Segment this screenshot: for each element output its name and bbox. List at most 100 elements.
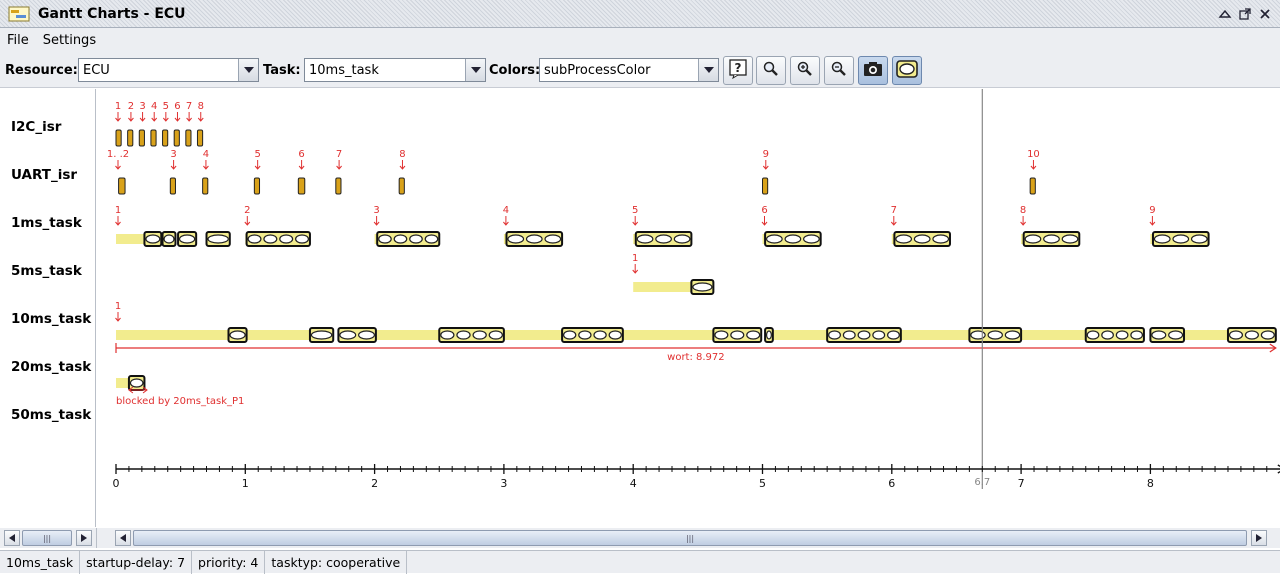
run-segment-detail [578, 330, 592, 340]
tick-label: 8 [1147, 477, 1154, 490]
task-row-label[interactable]: 20ms_task [11, 359, 91, 375]
colors-select[interactable]: subProcessColor [539, 58, 719, 82]
cursor-label: 6.7 [974, 477, 990, 488]
task-select[interactable]: 10ms_task [304, 58, 486, 82]
run-segment-detail [409, 234, 423, 244]
help-icon: ? [728, 59, 748, 82]
label-scrollbar[interactable]: ||| [0, 528, 96, 548]
screenshot-icon [862, 60, 884, 81]
run-segment [118, 177, 126, 195]
zoom-out-button[interactable] [824, 56, 854, 85]
toggle-view-button[interactable] [892, 56, 922, 85]
scroll-left-icon[interactable] [115, 530, 131, 546]
activation-label: 4 [151, 101, 157, 112]
task-row-label[interactable]: 1ms_task [11, 215, 82, 231]
task-row-label[interactable]: UART_isr [11, 167, 77, 183]
colors-label: Colors: [489, 63, 541, 78]
run-segment [169, 177, 176, 195]
task-row-label[interactable]: 10ms_task [11, 311, 91, 327]
scroll-thumb[interactable]: ||| [22, 530, 72, 546]
activation-arrow [170, 160, 177, 170]
run-segment-detail [692, 282, 713, 292]
run-segment [173, 129, 180, 147]
chevron-down-icon[interactable] [238, 59, 258, 81]
activation-label: 10 [1027, 149, 1040, 160]
run-segment [138, 129, 145, 147]
activation-label: 1 [632, 253, 638, 264]
run-segment [127, 129, 134, 147]
activation-label: 6 [761, 205, 767, 216]
scroll-right-icon[interactable] [76, 530, 92, 546]
scroll-left-icon[interactable] [4, 530, 20, 546]
run-segment-detail [1168, 330, 1184, 340]
blocked-note: blocked by 20ms_task_P1 [116, 396, 244, 407]
run-segment-detail [1061, 234, 1079, 244]
tick-label: 7 [1018, 477, 1025, 490]
activation-arrow [139, 112, 146, 122]
run-segment-detail [378, 234, 392, 244]
run-segment-detail [714, 330, 729, 340]
run-segment-detail [339, 330, 357, 340]
activation-label: 3 [373, 205, 379, 216]
chart-scrollbar[interactable]: ||| [96, 528, 1280, 548]
run-segment-detail [857, 330, 871, 340]
gantt-canvas[interactable]: 1 2 3 4 5 6 7 81. .2 3 4 5 6 7 8 9 101 2 3 4 5 6 7 8 911wort: 8… [96, 89, 1280, 527]
wait-bar [1184, 330, 1228, 340]
restore-icon[interactable] [1236, 5, 1254, 23]
activation-label: 5 [632, 205, 638, 216]
zoom-out-icon [830, 60, 848, 81]
task-row-label[interactable]: I2C_isr [11, 119, 61, 135]
run-segment-detail [247, 234, 262, 244]
activation-label: 1. .2 [107, 149, 129, 160]
run-segment-detail [1115, 330, 1129, 340]
run-segment-detail [593, 330, 607, 340]
zoom-in-icon [796, 60, 814, 81]
run-segment [196, 129, 204, 147]
activation-label: 1 [115, 301, 121, 312]
menu-file[interactable]: File [0, 33, 36, 48]
run-segment-detail [1101, 330, 1114, 340]
screenshot-button[interactable] [858, 56, 888, 85]
minimize-icon[interactable] [1216, 5, 1234, 23]
resource-select[interactable]: ECU [78, 58, 259, 82]
chevron-down-icon[interactable] [698, 59, 718, 81]
task-row-label[interactable]: 50ms_task [11, 407, 91, 423]
run-segment-detail [488, 330, 504, 340]
run-segment-detail [145, 234, 161, 244]
toolbar: Resource: ECU Task: 10ms_task Colors: su… [0, 52, 1280, 88]
menu-settings[interactable]: Settings [36, 33, 103, 48]
run-segment-detail [507, 234, 525, 244]
run-segment [185, 129, 192, 147]
zoom-in-button[interactable] [790, 56, 820, 85]
run-segment-detail [163, 234, 175, 244]
run-segment [115, 129, 122, 147]
help-button[interactable]: ? [723, 56, 753, 85]
run-segment-detail [393, 234, 408, 244]
zoom-icon [762, 60, 780, 81]
close-icon[interactable] [1256, 5, 1274, 23]
activation-arrow [254, 160, 261, 170]
tick-label: 6 [888, 477, 895, 490]
run-segment-detail [932, 234, 950, 244]
activation-arrow [128, 112, 134, 122]
chevron-down-icon[interactable] [465, 59, 485, 81]
status-bar: 10ms_task startup-delay: 7 priority: 4 t… [0, 550, 1280, 574]
run-segment-detail [887, 330, 900, 340]
status-task: 10ms_task [0, 550, 81, 574]
scroll-right-icon[interactable] [1251, 530, 1267, 546]
run-segment-detail [784, 234, 802, 244]
run-segment [202, 177, 209, 195]
zoom-button[interactable] [756, 56, 786, 85]
activation-arrow [373, 216, 380, 226]
activation-label: 6 [174, 101, 180, 112]
task-row-label[interactable]: 5ms_task [11, 263, 82, 279]
run-segment-detail [1153, 234, 1171, 244]
run-segment-detail [1190, 234, 1208, 244]
activation-label: 3 [139, 101, 145, 112]
activation-arrow [632, 216, 639, 226]
activation-arrow [632, 264, 639, 274]
gantt-chart-icon [8, 5, 30, 23]
run-segment-detail [765, 330, 772, 340]
run-segment-detail [608, 330, 622, 340]
scroll-thumb[interactable]: ||| [133, 530, 1247, 546]
